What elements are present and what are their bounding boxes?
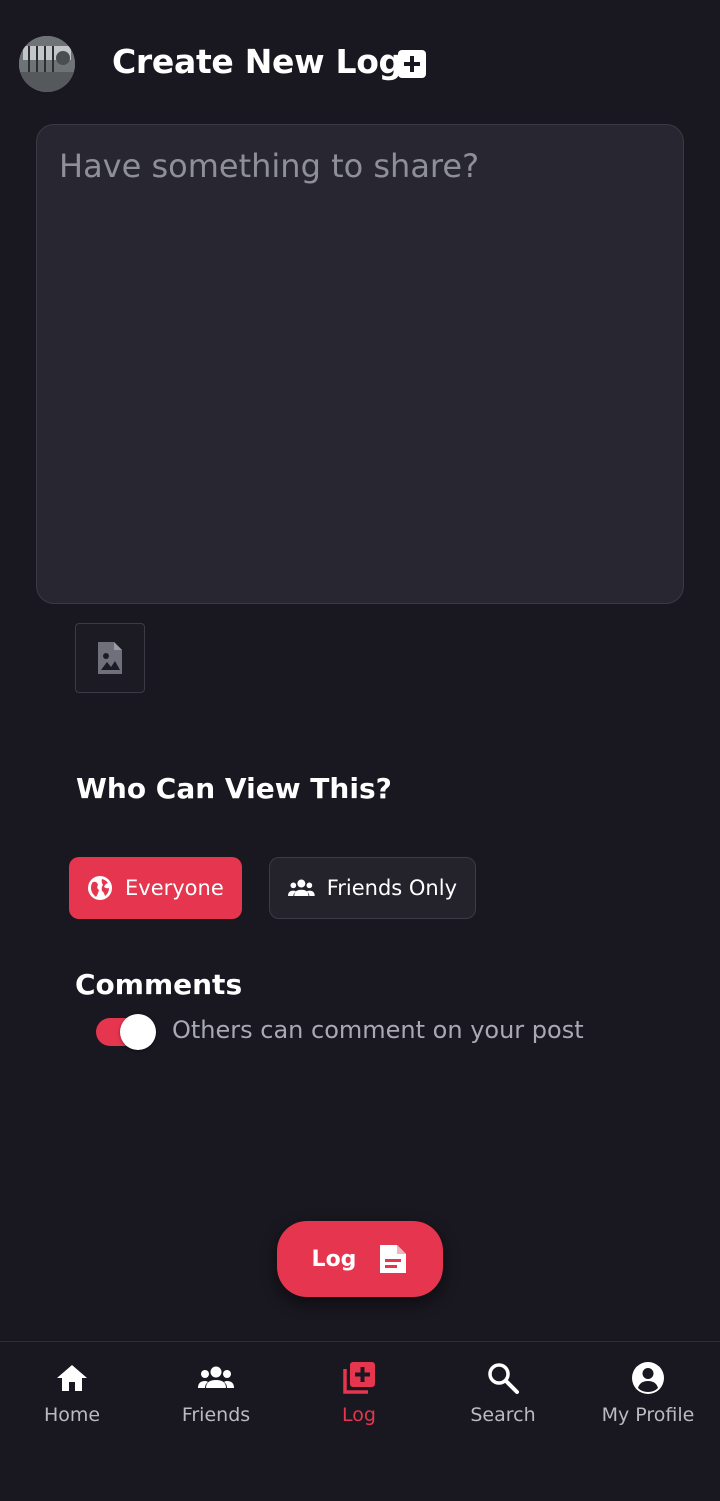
comments-title: Comments [75, 968, 243, 1001]
globe-icon [88, 876, 112, 900]
home-icon [57, 1365, 87, 1391]
header: Create New Log [0, 0, 720, 124]
group-icon [198, 1366, 234, 1388]
group-icon [288, 879, 315, 897]
nav-friends-label: Friends [181, 1404, 251, 1426]
avatar-photo [19, 36, 75, 92]
nav-friends[interactable]: Friends [146, 1360, 286, 1440]
attach-image-button[interactable] [75, 623, 145, 693]
submit-log-button[interactable]: Log [277, 1221, 443, 1297]
nav-my-profile-label: My Profile [601, 1404, 695, 1426]
search-icon [488, 1363, 519, 1394]
nav-my-profile[interactable]: My Profile [578, 1360, 718, 1440]
toggle-knob [120, 1014, 156, 1050]
add-log-icon [343, 1362, 375, 1394]
visibility-friends-label: Friends Only [326, 876, 457, 900]
document-icon [380, 1245, 407, 1273]
avatar[interactable] [19, 36, 75, 92]
comments-toggle-label: Others can comment on your post [172, 1016, 584, 1044]
visibility-everyone-label: Everyone [125, 876, 224, 900]
nav-home-label: Home [43, 1404, 101, 1426]
nav-log-label: Log [342, 1404, 376, 1426]
visibility-everyone-button[interactable]: Everyone [69, 857, 242, 919]
nav-search-label: Search [470, 1404, 536, 1426]
page-title: Create New Log [112, 42, 402, 81]
nav-home[interactable]: Home [2, 1360, 142, 1440]
image-file-icon [98, 642, 122, 674]
nav-search[interactable]: Search [433, 1360, 573, 1440]
account-icon [632, 1362, 664, 1394]
bottom-nav: Home Friends Log Search My Profile [0, 1341, 720, 1501]
log-text-input[interactable] [36, 124, 684, 604]
visibility-friends-button[interactable]: Friends Only [269, 857, 476, 919]
submit-log-label: Log [311, 1246, 357, 1272]
visibility-title: Who Can View This? [76, 772, 392, 805]
nav-log[interactable]: Log [289, 1360, 429, 1440]
comments-toggle[interactable] [96, 1014, 156, 1050]
create-log-screen: Create New Log Who Can View This? Everyo… [0, 0, 720, 1501]
add-square-icon[interactable] [397, 49, 427, 79]
